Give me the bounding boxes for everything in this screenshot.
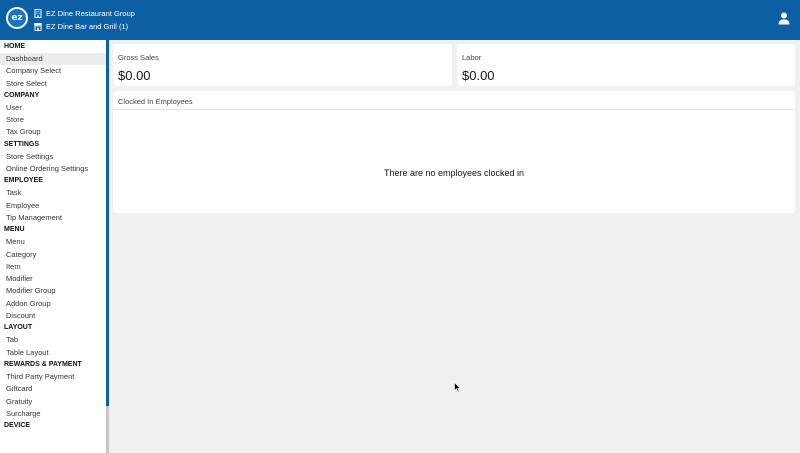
- sidebar-scrollbar[interactable]: [106, 40, 109, 453]
- sidebar: HOME Dashboard Company Select Store Select C…: [0, 40, 106, 453]
- sidebar-item-employee[interactable]: Employee: [0, 200, 106, 212]
- sidebar-item-menu[interactable]: Menu: [0, 236, 106, 248]
- sidebar-item-surcharge[interactable]: Surcharge: [0, 408, 106, 420]
- clocked-in-employees-card: Clocked In Employees There are no employ…: [113, 91, 795, 213]
- gross-sales-card: Gross Sales $0.00: [113, 44, 452, 86]
- sidebar-scrollbar-thumb[interactable]: [106, 406, 109, 453]
- building-icon: [34, 8, 42, 18]
- sidebar-item-category[interactable]: Category: [0, 249, 106, 261]
- store-selector[interactable]: EZ Dine Bar and Grill (1): [34, 20, 128, 32]
- labor-value: $0.00: [462, 68, 495, 83]
- ez-logo[interactable]: ez: [6, 7, 28, 29]
- company-selector[interactable]: EZ Dine Restaurant Group: [34, 7, 135, 19]
- sidebar-item-online-ordering-settings[interactable]: Online Ordering Settings: [0, 163, 106, 175]
- sidebar-section-settings: SETTINGS: [4, 140, 40, 148]
- mouse-cursor-icon: [454, 382, 461, 393]
- sidebar-item-store[interactable]: Store: [0, 114, 106, 126]
- gross-sales-value: $0.00: [118, 68, 151, 83]
- sidebar-item-modifier-group[interactable]: Modifier Group: [0, 285, 106, 297]
- sidebar-item-discount[interactable]: Discount: [0, 310, 106, 322]
- sidebar-item-tax-group[interactable]: Tax Group: [0, 126, 106, 138]
- user-icon[interactable]: [778, 12, 790, 25]
- company-name: EZ Dine Restaurant Group: [46, 8, 135, 18]
- sidebar-menu: HOME Dashboard Company Select Store Select C…: [0, 40, 106, 432]
- sidebar-item-table-layout[interactable]: Table Layout: [0, 347, 106, 359]
- sidebar-item-company-select[interactable]: Company Select: [0, 65, 106, 77]
- sidebar-item-store-select[interactable]: Store Select: [0, 78, 106, 90]
- sidebar-item-item[interactable]: Item: [0, 261, 106, 273]
- sidebar-item-gratuity[interactable]: Gratuity: [0, 396, 106, 408]
- sidebar-section-menu: MENU: [4, 226, 25, 234]
- sidebar-item-task[interactable]: Task: [0, 187, 106, 199]
- sidebar-item-third-party-payment[interactable]: Third Party Payment: [0, 371, 106, 383]
- sidebar-section-company: COMPANY: [4, 91, 40, 99]
- gross-sales-title: Gross Sales: [118, 53, 159, 62]
- sidebar-item-tab[interactable]: Tab: [0, 334, 106, 346]
- store-name: EZ Dine Bar and Grill (1): [46, 21, 129, 31]
- sidebar-item-dashboard[interactable]: Dashboard: [0, 53, 106, 66]
- empty-state-message: There are no employees clocked in: [383, 168, 525, 178]
- sidebar-section-layout: LAYOUT: [4, 324, 33, 332]
- sidebar-item-user[interactable]: User: [0, 102, 106, 114]
- clocked-in-title: Clocked In Employees: [118, 97, 193, 106]
- top-bar: ez EZ Dine Restaurant Group EZ Dine Bar …: [0, 0, 800, 40]
- sidebar-section-home: HOME: [4, 43, 25, 50]
- card-divider: [113, 109, 795, 110]
- sidebar-section-rewards-payment: REWARDS & PAYMENT: [4, 360, 82, 368]
- sidebar-item-giftcard[interactable]: Giftcard: [0, 383, 106, 395]
- sidebar-section-device: DEVICE: [4, 422, 31, 430]
- logo-text: ez: [8, 9, 26, 27]
- sidebar-item-store-settings[interactable]: Store Settings: [0, 151, 106, 163]
- sidebar-item-addon-group[interactable]: Addon Group: [0, 298, 106, 310]
- sidebar-item-tip-management[interactable]: Tip Management: [0, 212, 106, 224]
- sidebar-item-modifier[interactable]: Modifier: [0, 273, 106, 285]
- labor-card: Labor $0.00: [457, 44, 795, 86]
- sidebar-section-employee: EMPLOYEE: [4, 177, 43, 185]
- store-icon: [34, 22, 42, 31]
- labor-title: Labor: [462, 53, 482, 62]
